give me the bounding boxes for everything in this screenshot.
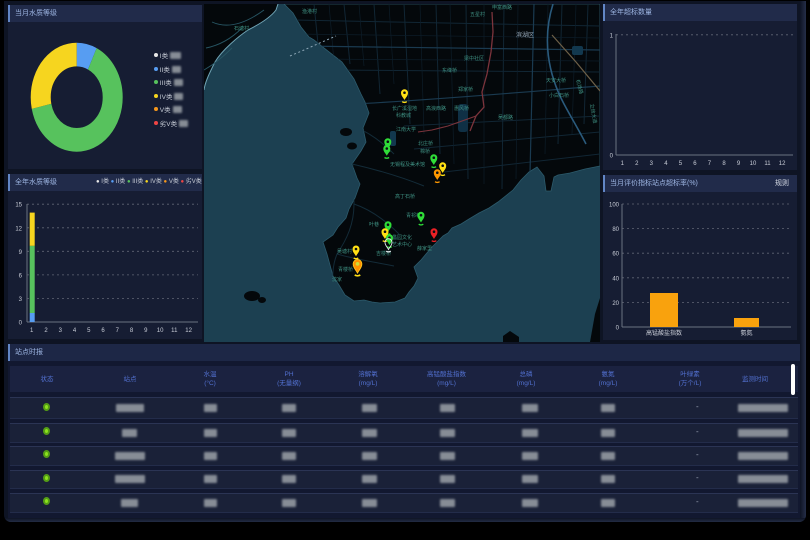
svg-text:梁中社区: 梁中社区 [464,55,484,62]
svg-text:6: 6 [101,328,105,334]
svg-text:1: 1 [621,161,625,167]
svg-text:1: 1 [610,33,614,39]
svg-text:0: 0 [19,321,23,327]
svg-text:12: 12 [15,226,22,232]
svg-text:无锡程及美术馆: 无锡程及美术馆 [390,161,425,168]
svg-text:科教城: 科教城 [396,112,411,119]
svg-text:20: 20 [612,301,619,307]
svg-text:青楼桥: 青楼桥 [338,266,353,273]
svg-text:吴都路: 吴都路 [498,114,513,121]
svg-text:7: 7 [116,328,120,334]
svg-text:11: 11 [764,161,771,167]
svg-text:棉桥: 棉桥 [420,148,430,155]
svg-text:12: 12 [779,161,786,167]
svg-text:郑家桥: 郑家桥 [458,86,473,93]
svg-text:3: 3 [19,297,23,303]
svg-text:长广溪湿地: 长广溪湿地 [392,105,417,112]
svg-text:6: 6 [19,273,23,279]
svg-text:小白石桥: 小白石桥 [549,92,569,99]
svg-text:5: 5 [87,328,91,334]
svg-text:五星村: 五星村 [470,11,485,18]
svg-text:0: 0 [610,154,614,160]
svg-text:江南大学: 江南大学 [396,126,416,133]
svg-text:东绛桥: 东绛桥 [442,67,457,74]
svg-text:天安大桥: 天安大桥 [546,77,566,84]
svg-text:12: 12 [185,328,192,334]
svg-text:6: 6 [693,161,697,167]
svg-text:10: 10 [157,328,164,334]
svg-text:蠡园文化: 蠡园文化 [392,234,412,241]
svg-text:申富西路: 申富西路 [492,4,512,11]
svg-text:叶巷: 叶巷 [369,221,379,228]
svg-text:11: 11 [171,328,178,334]
svg-text:北庄桥: 北庄桥 [418,140,433,147]
svg-text:高浪西路: 高浪西路 [426,105,446,112]
svg-text:高锰酸盐指数: 高锰酸盐指数 [646,329,682,337]
svg-text:氨氮: 氨氮 [740,329,752,337]
svg-text:石塘村: 石塘村 [234,25,249,32]
svg-text:3: 3 [650,161,654,167]
svg-text:40: 40 [612,276,619,282]
svg-text:80: 80 [612,227,619,233]
svg-text:7: 7 [708,161,712,167]
svg-text:2: 2 [44,328,48,334]
svg-text:4: 4 [664,161,668,167]
svg-text:渔港村: 渔港村 [302,8,317,15]
svg-text:0: 0 [616,326,620,332]
svg-text:15: 15 [15,203,22,209]
svg-text:艺术中心: 艺术中心 [392,241,412,248]
svg-text:惠风桥: 惠风桥 [454,105,469,112]
svg-text:滨湖区: 滨湖区 [516,31,534,39]
svg-text:100: 100 [609,203,620,209]
svg-text:4: 4 [73,328,77,334]
svg-text:3: 3 [59,328,63,334]
svg-text:9: 9 [737,161,741,167]
svg-text:5: 5 [679,161,683,167]
svg-text:9: 9 [144,328,148,334]
svg-text:10: 10 [750,161,757,167]
svg-text:9: 9 [19,250,23,256]
svg-text:吉楼桥: 吉楼桥 [376,250,391,257]
svg-text:高丁石桥: 高丁石桥 [395,193,415,200]
svg-text:沈家: 沈家 [332,276,342,283]
svg-text:8: 8 [130,328,134,334]
svg-text:60: 60 [612,252,619,258]
svg-text:吴塘村: 吴塘村 [337,248,352,255]
svg-text:薛家里: 薛家里 [417,245,432,252]
svg-text:8: 8 [722,161,726,167]
svg-text:2: 2 [635,161,639,167]
svg-text:1: 1 [30,328,34,334]
